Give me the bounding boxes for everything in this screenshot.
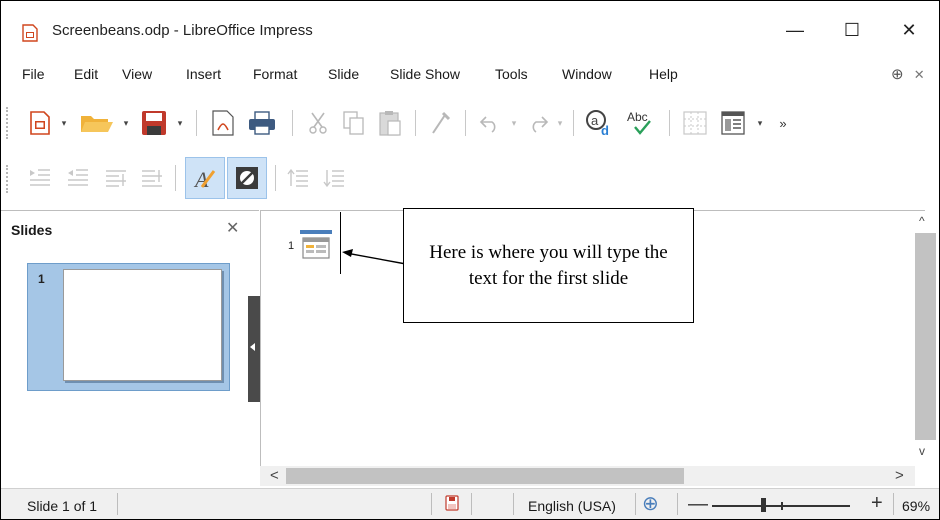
collapse-arrow-icon[interactable] (250, 343, 255, 351)
scroll-up-icon[interactable]: ^ (919, 214, 925, 228)
open-dropdown-chevron-icon[interactable]: ▾ (119, 115, 133, 131)
scroll-right-icon[interactable]: > (895, 467, 904, 484)
toolbar-grip[interactable] (6, 107, 11, 139)
svg-text:a: a (591, 113, 599, 128)
svg-text:d: d (601, 123, 609, 137)
save-dropdown-chevron-icon[interactable]: ▾ (173, 115, 187, 131)
formatting-on-off-icon[interactable]: A (185, 157, 225, 199)
menu-window[interactable]: Window (562, 66, 612, 82)
callout-box: Here is where you will type the text for… (403, 208, 694, 323)
find-replace-icon[interactable]: ad (581, 107, 617, 139)
maximize-button[interactable]: ☐ (832, 14, 872, 46)
status-language[interactable]: English (USA) (528, 498, 616, 514)
callout-arrow-icon (342, 249, 407, 265)
slides-panel-title: Slides (11, 222, 53, 238)
promote-icon[interactable] (25, 163, 55, 193)
undo-icon[interactable] (475, 107, 505, 139)
menu-slide[interactable]: Slide (328, 66, 359, 82)
outline-toolbar: A (1, 155, 939, 207)
all-levels-icon[interactable] (319, 163, 349, 193)
new-dropdown-chevron-icon[interactable]: ▾ (57, 115, 71, 131)
paste-icon[interactable] (375, 107, 405, 139)
undo-dropdown-chevron-icon[interactable]: ▾ (507, 115, 521, 131)
menu-tools[interactable]: Tools (495, 66, 528, 82)
menu-help[interactable]: Help (649, 66, 678, 82)
menu-insert[interactable]: Insert (186, 66, 221, 82)
scroll-down-icon[interactable]: v (919, 444, 925, 458)
status-slide-count: Slide 1 of 1 (27, 498, 98, 514)
close-button[interactable]: ✕ (889, 14, 929, 46)
display-views-dropdown-chevron-icon[interactable]: ▾ (753, 115, 767, 131)
spelling-icon[interactable]: Abc (623, 107, 659, 139)
open-folder-icon[interactable] (77, 107, 117, 139)
window-title: Screenbeans.odp - LibreOffice Impress (52, 22, 313, 39)
svg-text:Abc: Abc (627, 110, 648, 124)
slide-outline-icon (299, 229, 333, 263)
document-modified-icon[interactable] (445, 495, 459, 511)
clone-formatting-icon[interactable] (425, 107, 455, 139)
menu-file[interactable]: File (22, 66, 45, 82)
zoom-slider-tick (781, 502, 783, 510)
horizontal-scrollbar-thumb[interactable] (286, 468, 684, 484)
move-down-icon[interactable] (137, 163, 167, 193)
impress-app-icon (22, 24, 38, 42)
minimize-button[interactable]: — (775, 14, 815, 46)
copy-icon[interactable] (339, 107, 369, 139)
cut-icon[interactable] (303, 107, 333, 139)
black-white-view-icon[interactable] (227, 157, 267, 199)
menu-view[interactable]: View (122, 66, 152, 82)
zoom-level[interactable]: 69% (902, 498, 930, 514)
menu-format[interactable]: Format (253, 66, 297, 82)
globe-icon[interactable]: ⊕ (891, 66, 904, 83)
slides-panel-close-icon[interactable]: ✕ (226, 218, 239, 238)
slide-thumbnail[interactable] (63, 269, 222, 381)
move-up-icon[interactable] (101, 163, 131, 193)
fit-slide-icon[interactable]: ⊕ (642, 491, 659, 516)
toolbar-grip[interactable] (6, 165, 11, 193)
standard-toolbar: ▾ ▾ ▾ ▾ ▾ ad Abc ▾ » (1, 95, 939, 151)
print-icon[interactable] (245, 107, 279, 139)
zoom-out-button[interactable]: — (688, 493, 708, 516)
status-bar: Slide 1 of 1 English (USA) ⊕ — + 69% (1, 488, 939, 519)
slide-thumbnail-number: 1 (38, 272, 45, 286)
first-level-icon[interactable] (283, 163, 313, 193)
redo-icon[interactable] (523, 107, 553, 139)
display-views-icon[interactable] (717, 107, 749, 139)
vertical-scrollbar-thumb[interactable] (915, 233, 936, 440)
export-pdf-icon[interactable] (207, 107, 239, 139)
new-document-icon[interactable] (25, 107, 55, 139)
scroll-left-icon[interactable]: < (270, 467, 279, 484)
close-document-icon[interactable]: ✕ (914, 67, 925, 82)
outline-slide-number: 1 (288, 240, 295, 252)
redo-dropdown-chevron-icon[interactable]: ▾ (553, 115, 567, 131)
table-icon[interactable] (679, 107, 711, 139)
menu-bar: File Edit View Insert Format Slide Slide… (1, 57, 939, 93)
zoom-slider-knob[interactable] (761, 498, 766, 512)
zoom-in-button[interactable]: + (871, 492, 883, 515)
demote-icon[interactable] (63, 163, 93, 193)
menu-edit[interactable]: Edit (74, 66, 98, 82)
menu-slide-show[interactable]: Slide Show (390, 66, 460, 82)
save-icon[interactable] (137, 107, 171, 139)
more-options-icon[interactable]: » (773, 113, 793, 133)
